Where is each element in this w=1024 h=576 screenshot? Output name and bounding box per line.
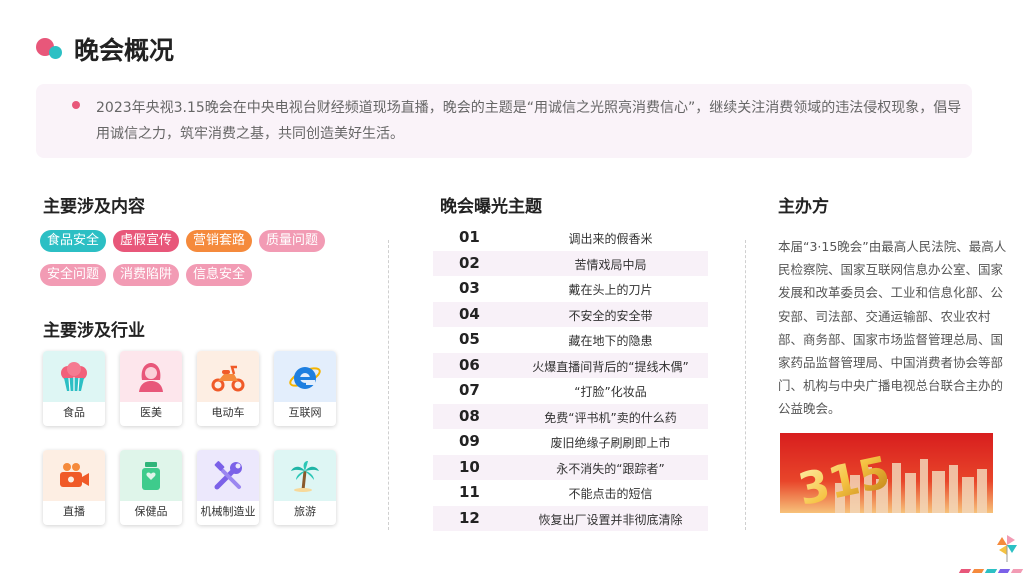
industry-card-internet: 互联网 [274, 351, 336, 426]
topic-row: 04 不安全的安全带 [433, 301, 708, 327]
woman-icon [120, 351, 182, 402]
industry-label: 旅游 [294, 505, 316, 518]
topic-row: 09 废旧绝缘子刷刷即上市 [433, 429, 708, 455]
industry-card-beauty: 医美 [120, 351, 182, 426]
tag-marketing-tricks: 营销套路 [186, 230, 253, 252]
topic-number: 05 [459, 330, 480, 348]
cupcake-icon [43, 351, 105, 402]
topic-text: 苦情戏局中局 [574, 257, 647, 272]
industry-label: 电动车 [211, 406, 245, 419]
topic-text: 调出来的假香米 [568, 232, 653, 246]
topic-text: 不安全的安全带 [568, 308, 653, 323]
intro-text: 2023年央视3.15晚会在中央电视台财经频道现场直播，晚会的主题是“用诚信之光… [96, 100, 962, 142]
industry-section-title: 主要涉及行业 [43, 321, 145, 341]
topic-text: 免费“评书机”卖的什么药 [544, 410, 677, 425]
industry-card-livestream: 直播 [43, 450, 105, 525]
topic-row: 08 免费“评书机”卖的什么药 [433, 403, 708, 429]
topics-section-title: 晚会曝光主题 [440, 197, 542, 217]
tag-safety-issues: 安全问题 [40, 264, 107, 286]
topic-number: 01 [459, 228, 480, 246]
internet-explorer-icon [274, 351, 336, 402]
industry-card-machinery: 机械制造业 [197, 450, 259, 525]
topic-row: 07 “打脸”化妆品 [433, 378, 708, 404]
topic-number: 08 [459, 406, 480, 425]
bullet-icon [72, 101, 80, 109]
topic-row: 06 火爆直播间背后的“提线木偶” [433, 352, 708, 378]
industry-label: 医美 [140, 406, 162, 419]
topic-row: 02 苦情戏局中局 [433, 250, 708, 276]
topic-text: “打脸”化妆品 [574, 385, 647, 399]
topic-row: 10 永不消失的“跟踪者” [433, 454, 708, 480]
tag-food-safety: 食品安全 [40, 230, 107, 252]
topic-text: 不能点击的短信 [568, 487, 653, 501]
scooter-icon [197, 351, 259, 402]
topic-row: 03 戴在头上的刀片 [433, 276, 708, 302]
content-section-title: 主要涉及内容 [43, 197, 145, 217]
industry-label: 直播 [63, 505, 85, 518]
topic-text: 废旧绝缘子刷刷即上市 [550, 436, 671, 450]
intro-box: 2023年央视3.15晚会在中央电视台财经频道现场直播，晚会的主题是“用诚信之光… [36, 84, 972, 158]
topic-number: 11 [459, 483, 480, 501]
topic-text: 永不消失的“跟踪者” [556, 461, 665, 476]
video-camera-icon [43, 450, 105, 501]
industry-label: 保健品 [134, 505, 168, 518]
gala-banner-image: 315 [780, 433, 993, 513]
topic-row: 12 恢复出厂设置并非彻底清除 [433, 505, 708, 531]
industry-label: 机械制造业 [200, 505, 256, 518]
topic-number: 03 [459, 279, 480, 297]
topic-number: 02 [459, 253, 480, 272]
supplement-bottle-icon [120, 450, 182, 501]
column-divider [745, 240, 746, 530]
topic-text: 戴在头上的刀片 [568, 283, 653, 297]
pinwheel-icon [996, 534, 1018, 566]
decorative-stripes [958, 569, 1024, 573]
topics-list: 01 调出来的假香米 02 苦情戏局中局 03 戴在头上的刀片 04 不安全的安全带 0… [433, 225, 708, 531]
topic-number: 06 [459, 355, 480, 374]
tools-icon [197, 450, 259, 501]
title-dots-icon [36, 36, 68, 62]
topic-number: 10 [459, 457, 480, 476]
industry-label: 互联网 [288, 406, 322, 419]
industry-card-tourism: 旅游 [274, 450, 336, 525]
column-divider [388, 240, 389, 530]
tag-quality-issues: 质量问题 [259, 230, 326, 252]
topic-text: 火爆直播间背后的“提线木偶” [532, 359, 689, 374]
topic-number: 04 [459, 304, 480, 323]
topic-text: 藏在地下的隐患 [568, 334, 653, 348]
topic-number: 09 [459, 432, 480, 450]
topic-row: 01 调出来的假香米 [433, 225, 708, 251]
content-tags: 食品安全 虚假宣传 营销套路 质量问题 安全问题 消费陷阱 信息安全 [40, 230, 360, 298]
tag-information-security: 信息安全 [186, 264, 253, 286]
topic-row: 11 不能点击的短信 [433, 480, 708, 506]
tag-consumer-traps: 消费陷阱 [113, 264, 180, 286]
page-title: 晚会概况 [74, 36, 175, 65]
palm-tree-icon [274, 450, 336, 501]
tag-false-advertising: 虚假宣传 [113, 230, 180, 252]
organizer-section-title: 主办方 [778, 197, 829, 217]
industry-card-supplements: 保健品 [120, 450, 182, 525]
organizer-text: 本届“3·15晚会”由最高人民法院、最高人民检察院、国家互联网信息办公室、国家发… [778, 239, 1007, 417]
industry-card-food: 食品 [43, 351, 105, 426]
industry-label: 食品 [63, 406, 85, 419]
topic-row: 05 藏在地下的隐患 [433, 327, 708, 353]
topic-number: 12 [459, 508, 480, 527]
industry-card-ebike: 电动车 [197, 351, 259, 426]
topic-text: 恢复出厂设置并非彻底清除 [538, 512, 683, 527]
topic-number: 07 [459, 381, 480, 399]
